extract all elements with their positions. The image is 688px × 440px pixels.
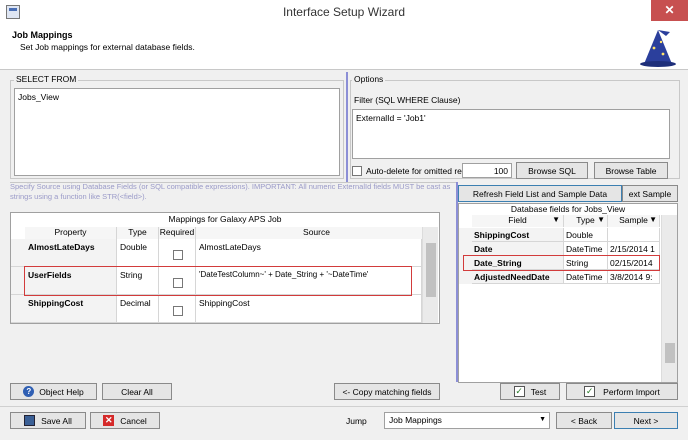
select-from-label: SELECT FROM xyxy=(14,74,79,84)
filter-icon[interactable]: ▼ xyxy=(552,215,560,224)
required-checkbox[interactable] xyxy=(173,306,183,316)
col-sample-label: Sample xyxy=(619,215,648,225)
back-button[interactable]: < Back xyxy=(556,412,612,429)
test-label: Test xyxy=(530,386,547,397)
jump-select-value: Job Mappings xyxy=(389,415,442,425)
save-all-label: Save All xyxy=(41,415,72,426)
chevron-down-icon: ▼ xyxy=(539,416,546,423)
col-field-type-label: Type xyxy=(576,215,595,225)
autodelete-label: Auto-delete for omitted recor xyxy=(366,166,462,176)
jump-label: Jump xyxy=(346,416,367,426)
list-item[interactable]: ShippingCost xyxy=(472,228,564,242)
table-row[interactable]: ShippingCost xyxy=(25,295,117,323)
wizard-header: Job Mappings Set Job mappings for extern… xyxy=(0,24,688,70)
list-item-sample: 2/15/2014 1 xyxy=(608,242,660,256)
mappings-scrollbar[interactable] xyxy=(422,227,438,323)
col-field-label: Field xyxy=(508,215,527,225)
perform-import-label: Perform Import xyxy=(603,386,660,397)
list-item-type: DateTime xyxy=(564,242,608,256)
browse-table-button[interactable]: Browse Table xyxy=(594,162,668,179)
col-field[interactable]: Field ▼ xyxy=(472,215,564,227)
wizard-hat-icon xyxy=(640,30,676,67)
test-button[interactable]: ✓ Test xyxy=(500,383,560,400)
col-source[interactable]: Source xyxy=(196,227,438,239)
cancel-icon: ✕ xyxy=(103,415,115,426)
list-item-type: DateTime xyxy=(564,270,608,284)
required-checkbox[interactable] xyxy=(173,250,183,260)
autodelete-count-input[interactable]: 100 xyxy=(462,163,512,178)
highlight-date-string xyxy=(463,255,660,271)
next-sample-button[interactable]: ext Sample xyxy=(622,185,678,202)
scrollbar-thumb[interactable] xyxy=(426,243,436,297)
table-cell-source[interactable]: ShippingCost xyxy=(196,295,422,323)
import-check-icon: ✓ xyxy=(584,386,596,397)
col-sample[interactable]: Sample ▼ xyxy=(608,215,660,227)
refresh-field-list-button[interactable]: Refresh Field List and Sample Data xyxy=(458,185,622,202)
row-header[interactable] xyxy=(11,295,25,323)
filter-icon[interactable]: ▼ xyxy=(597,215,605,224)
table-row[interactable]: AlmostLateDays xyxy=(25,239,117,267)
db-fields-title: Database fields for Jobs_View xyxy=(510,204,626,214)
clear-all-button[interactable]: Clear All xyxy=(102,383,172,400)
next-button[interactable]: Next > xyxy=(614,412,678,429)
filter-icon[interactable]: ▼ xyxy=(649,215,657,224)
list-item[interactable]: AdjustedNeedDate xyxy=(472,270,564,284)
options-label: Options xyxy=(352,74,386,84)
save-icon xyxy=(24,415,36,426)
browse-sql-button[interactable]: Browse SQL xyxy=(516,162,588,179)
cancel-button[interactable]: ✕ Cancel xyxy=(90,412,160,429)
list-item[interactable]: Date xyxy=(472,242,564,256)
highlight-userfields xyxy=(24,266,412,296)
list-item-sample xyxy=(608,228,660,242)
row-header[interactable] xyxy=(11,239,25,267)
close-button[interactable]: ✕ xyxy=(651,0,688,21)
list-item-type: Double xyxy=(564,228,608,242)
list-item-sample: 3/8/2014 9: xyxy=(608,270,660,284)
save-all-button[interactable]: Save All xyxy=(10,412,86,429)
help-icon: ? xyxy=(23,386,35,397)
col-property[interactable]: Property xyxy=(25,227,117,239)
col-field-type[interactable]: Type ▼ xyxy=(564,215,608,227)
row-header[interactable] xyxy=(11,267,25,295)
table-cell-type: Double xyxy=(117,239,159,267)
cancel-label: Cancel xyxy=(120,415,147,426)
table-cell-source[interactable]: AlmostLateDays xyxy=(196,239,422,267)
perform-import-button[interactable]: ✓ Perform Import xyxy=(566,383,678,400)
jump-select[interactable]: Job Mappings ▼ xyxy=(384,412,550,429)
copy-matching-fields-button[interactable]: <- Copy matching fields xyxy=(334,383,440,400)
page-subtitle: Set Job mappings for external database f… xyxy=(20,42,195,52)
hint-text: Specify Source using Database Fields (or… xyxy=(10,182,451,201)
scrollbar-thumb[interactable] xyxy=(665,343,675,363)
autodelete-checkbox[interactable] xyxy=(352,166,362,176)
table-cell-type: Decimal xyxy=(117,295,159,323)
page-title: Job Mappings xyxy=(12,30,73,40)
splitter-top[interactable] xyxy=(346,72,348,182)
col-type[interactable]: Type xyxy=(117,227,159,239)
check-icon: ✓ xyxy=(513,386,525,397)
filter-textarea[interactable]: ExternalId = 'Job1' xyxy=(352,109,670,159)
window-title: Interface Setup Wizard xyxy=(282,5,406,19)
db-fields-scrollbar[interactable] xyxy=(661,215,677,382)
col-required[interactable]: Required xyxy=(159,227,196,239)
title-bar: Interface Setup Wizard ✕ xyxy=(0,0,688,24)
object-help-button[interactable]: ? Object Help xyxy=(10,383,97,400)
filter-label: Filter (SQL WHERE Clause) xyxy=(354,95,461,105)
object-help-label: Object Help xyxy=(39,386,84,397)
select-from-textarea[interactable]: Jobs_View xyxy=(14,88,340,176)
mappings-title: Mappings for Galaxy APS Job xyxy=(168,214,282,224)
